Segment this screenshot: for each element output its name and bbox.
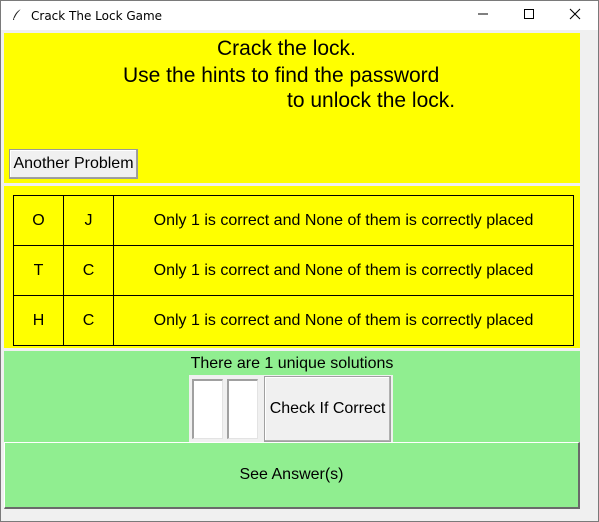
hint-digit-1: O bbox=[13, 195, 64, 246]
hint-digit-2: C bbox=[63, 295, 114, 346]
table-row: H C Only 1 is correct and None of them i… bbox=[13, 295, 574, 346]
hint-digit-1: H bbox=[13, 295, 64, 346]
minimize-icon bbox=[477, 7, 489, 25]
hint-digit-2: J bbox=[63, 195, 114, 246]
table-row: T C Only 1 is correct and None of them i… bbox=[13, 245, 574, 296]
see-answers-button[interactable]: See Answer(s) bbox=[4, 442, 580, 509]
check-if-correct-button[interactable]: Check If Correct bbox=[264, 376, 391, 442]
answer-entry-1[interactable] bbox=[192, 379, 223, 439]
maximize-icon bbox=[523, 7, 535, 25]
maximize-button[interactable] bbox=[506, 1, 552, 30]
title-bar[interactable]: Crack The Lock Game bbox=[1, 1, 598, 30]
hint-digit-1: T bbox=[13, 245, 64, 296]
answer-entry-2[interactable] bbox=[227, 379, 258, 439]
app-window: Crack The Lock Game Crack the lock. Use … bbox=[0, 0, 599, 522]
feather-icon bbox=[10, 8, 24, 22]
minimize-button[interactable] bbox=[460, 1, 506, 30]
answer-panel: There are 1 unique solutions Check If Co… bbox=[4, 351, 580, 509]
close-icon bbox=[569, 7, 581, 25]
hints-panel: O J Only 1 is correct and None of them i… bbox=[4, 186, 580, 348]
hint-text: Only 1 is correct and None of them is co… bbox=[113, 295, 574, 346]
hints-table: O J Only 1 is correct and None of them i… bbox=[13, 195, 574, 346]
instruction-line-2: Use the hints to find the password bbox=[123, 64, 440, 87]
window-bottom-edge bbox=[2, 510, 598, 521]
header-panel: Crack the lock. Use the hints to find th… bbox=[4, 33, 580, 183]
close-button[interactable] bbox=[552, 1, 598, 30]
instruction-line-3: to unlock the lock. bbox=[287, 89, 456, 112]
unique-solutions-label: There are 1 unique solutions bbox=[190, 355, 394, 372]
hint-text: Only 1 is correct and None of them is co… bbox=[113, 195, 574, 246]
table-row: O J Only 1 is correct and None of them i… bbox=[13, 195, 574, 246]
hint-digit-2: C bbox=[63, 245, 114, 296]
window-title: Crack The Lock Game bbox=[31, 9, 163, 23]
answer-entry-group: Check If Correct bbox=[189, 375, 393, 443]
hint-text: Only 1 is correct and None of them is co… bbox=[113, 245, 574, 296]
another-problem-button[interactable]: Another Problem bbox=[9, 149, 138, 179]
instruction-line-1: Crack the lock. bbox=[217, 37, 356, 60]
